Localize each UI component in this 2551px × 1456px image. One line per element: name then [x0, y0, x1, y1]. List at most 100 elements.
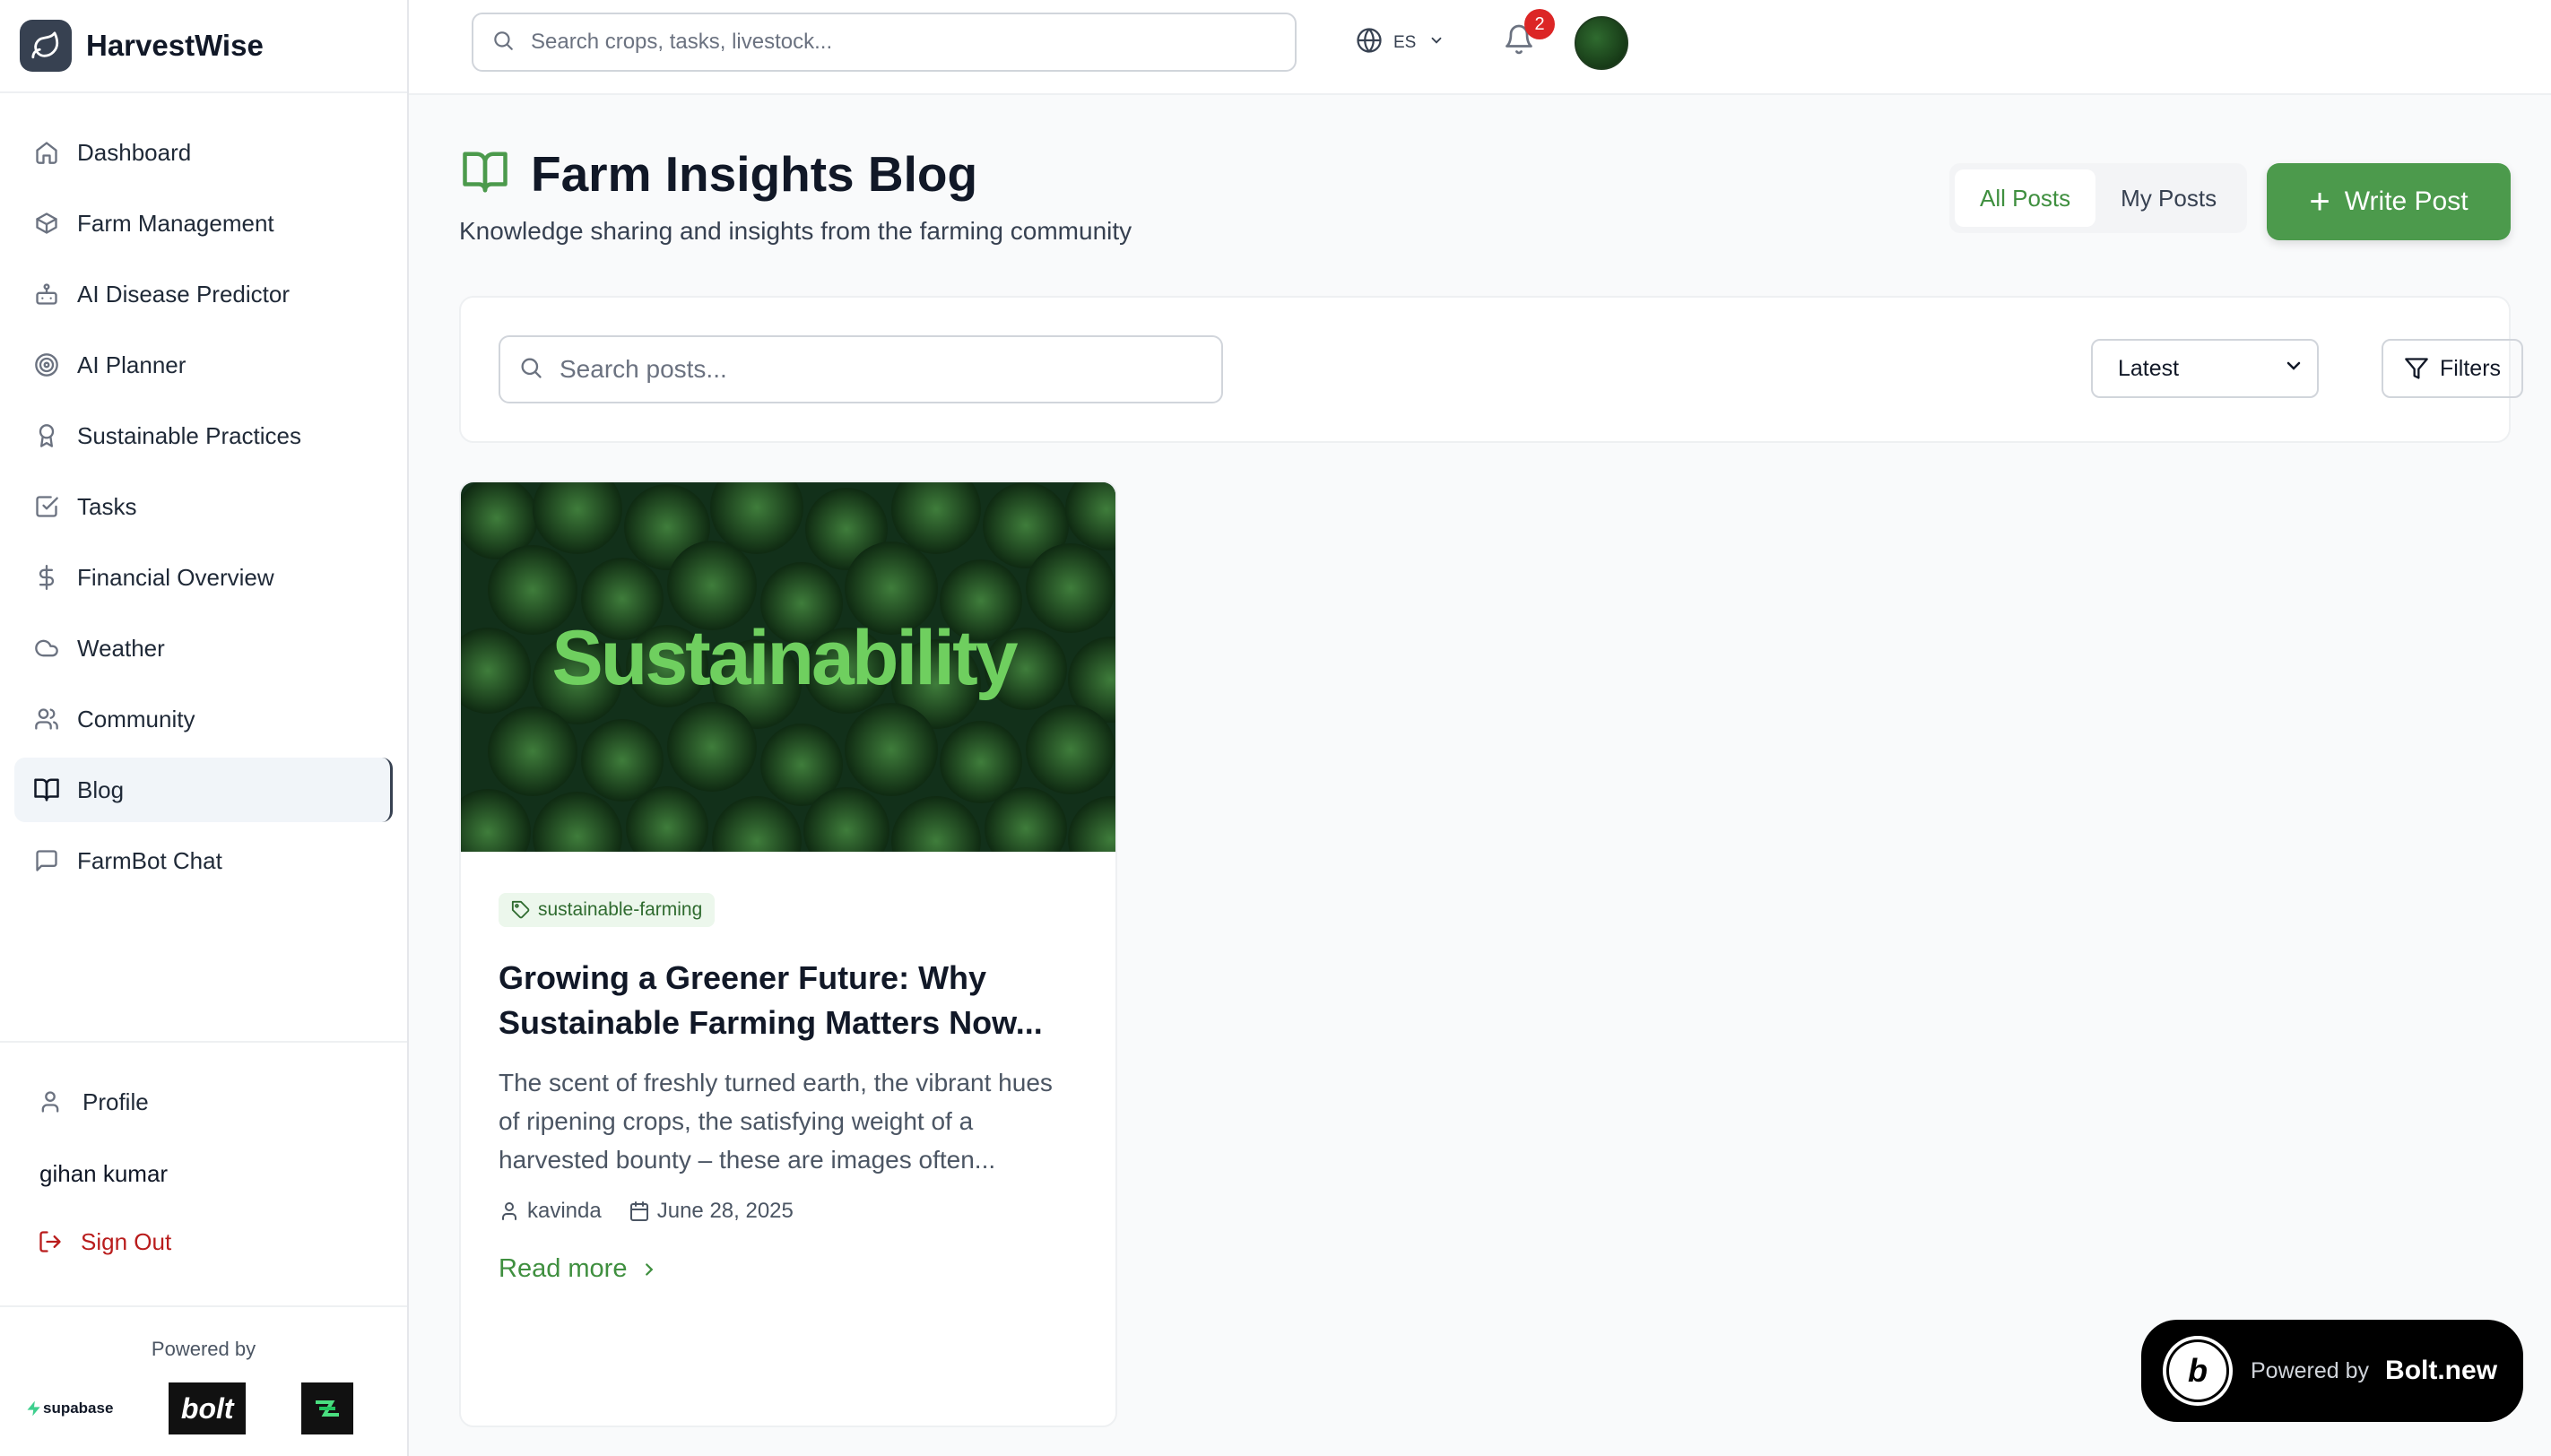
award-icon [32, 421, 61, 450]
sidebar-item-farmbot-chat[interactable]: FarmBot Chat [14, 828, 393, 893]
search-icon [518, 355, 543, 385]
sidebar-account: Profile gihan kumar Sign Out [0, 1041, 407, 1270]
global-search-input[interactable] [531, 30, 1266, 55]
post-excerpt: The scent of freshly turned earth, the v… [499, 1069, 1053, 1174]
sort-select[interactable]: Latest [2091, 339, 2319, 398]
write-post-label: Write Post [2344, 186, 2469, 216]
sidebar-item-financial-overview[interactable]: Financial Overview [14, 545, 393, 610]
brand[interactable]: HarvestWise [0, 0, 407, 93]
sidebar-item-blog[interactable]: Blog [14, 758, 393, 822]
post-tabs: All Posts My Posts [1949, 163, 2248, 233]
home-icon [32, 138, 61, 167]
bolt-logo-icon: b [2166, 1339, 2229, 1402]
sidebar-item-weather[interactable]: Weather [14, 616, 393, 680]
sidebar-item-farm-management[interactable]: Farm Management [14, 191, 393, 256]
language-selector[interactable]: ES [1356, 27, 1445, 59]
tab-all-posts[interactable]: All Posts [1955, 169, 2096, 227]
sidebar-item-sustainable-practices[interactable]: Sustainable Practices [14, 403, 393, 468]
cover-image-text: Sustainability [551, 615, 1018, 701]
page-title-row: Farm Insights Blog [459, 145, 1132, 203]
sidebar-item-ai-disease-predictor[interactable]: AI Disease Predictor [14, 262, 393, 326]
post-filter-bar: Latest Filters [459, 296, 2523, 443]
sign-out-button[interactable]: Sign Out [0, 1213, 407, 1270]
main-content: Farm Insights Blog Knowledge sharing and… [409, 95, 2551, 1456]
brand-name: HarvestWise [86, 29, 264, 62]
supabase-logo-text: supabase [43, 1400, 114, 1417]
search-icon [491, 29, 515, 56]
post-date: June 28, 2025 [656, 1199, 794, 1223]
bell-icon [1503, 24, 1535, 59]
check-square-icon [32, 492, 61, 521]
sidebar-item-dashboard[interactable]: Dashboard [14, 120, 393, 185]
post-body: sustainable-farming Growing a Greener Fu… [461, 852, 1115, 1284]
user-name: gihan kumar [39, 1159, 169, 1187]
sign-out-label: Sign Out [81, 1227, 172, 1255]
sort-selected-value: Latest [2118, 355, 2180, 381]
avatar[interactable] [1575, 16, 1628, 70]
sidebar-item-label: FarmBot Chat [77, 846, 222, 874]
sidebar-item-tasks[interactable]: Tasks [14, 474, 393, 539]
tag-icon [511, 900, 531, 920]
post-cover-image[interactable]: Sustainability [461, 482, 1115, 852]
read-more-link[interactable]: Read more [499, 1254, 659, 1284]
filters-button[interactable]: Filters [2382, 339, 2523, 398]
supabase-logo[interactable]: supabase [25, 1399, 113, 1418]
bolt-powered-label: Powered by [2251, 1357, 2370, 1383]
globe-icon [1356, 27, 1383, 59]
global-search[interactable] [472, 13, 1297, 72]
chevron-down-icon [2283, 355, 2304, 383]
sidebar-item-label: AI Planner [77, 351, 187, 378]
bolt-powered-badge[interactable]: b Powered by Bolt.new [2141, 1320, 2523, 1422]
sidebar-item-label: Blog [77, 776, 125, 803]
sidebar-item-label: Sustainable Practices [77, 421, 302, 449]
post-tag-label: sustainable-farming [538, 899, 703, 920]
calendar-icon [629, 1200, 650, 1222]
powered-by-label: Powered by [151, 1338, 256, 1360]
language-code: ES [1393, 33, 1417, 52]
page-title: Farm Insights Blog [531, 146, 978, 202]
chevron-right-icon [639, 1260, 659, 1279]
box-icon [32, 209, 61, 238]
post-tag[interactable]: sustainable-farming [499, 893, 716, 927]
sidebar-item-ai-planner[interactable]: AI Planner [14, 333, 393, 397]
page-header: Farm Insights Blog Knowledge sharing and… [459, 145, 1132, 246]
post-title[interactable]: Growing a Greener Future: Why Sustainabl… [499, 956, 1078, 1045]
target-icon [32, 351, 61, 379]
post-search-input[interactable] [560, 355, 1187, 384]
bot-icon [32, 280, 61, 308]
message-square-icon [32, 846, 61, 875]
powered-by-panel: Powered by supabase bolt [0, 1305, 407, 1456]
filter-icon [2404, 356, 2429, 381]
post-search[interactable] [499, 335, 1223, 403]
users-icon [32, 705, 61, 733]
sidebar-item-label: Dashboard [77, 138, 192, 166]
log-out-icon [38, 1229, 63, 1254]
bolt-logo[interactable]: bolt [169, 1382, 247, 1434]
profile-link[interactable]: Profile [14, 1070, 393, 1134]
post-card[interactable]: Sustainability sustainable-farming Growi… [459, 481, 1117, 1427]
write-post-button[interactable]: + Write Post [2267, 163, 2511, 240]
dollar-icon [32, 563, 61, 592]
cloud-icon [32, 634, 61, 663]
sidebar-item-community[interactable]: Community [14, 687, 393, 751]
sidebar-item-label: Financial Overview [77, 563, 274, 591]
filters-label: Filters [2439, 355, 2502, 381]
book-open-icon [32, 776, 61, 804]
sidebar-item-label: AI Disease Predictor [77, 280, 290, 308]
post-author: kavinda [527, 1199, 602, 1223]
post-meta: kavinda June 28, 2025 [499, 1199, 1078, 1224]
notification-badge: 2 [1524, 9, 1555, 39]
sidebar-item-label: Weather [77, 634, 165, 662]
sidebar: HarvestWise Dashboard Farm Management AI… [0, 0, 409, 1456]
bolt-name: Bolt.new [2385, 1356, 2498, 1385]
top-bar: ES 2 [409, 0, 2551, 95]
netlify-logo-icon[interactable] [301, 1382, 353, 1434]
leaf-logo-icon [20, 20, 72, 72]
tab-my-posts[interactable]: My Posts [2095, 169, 2242, 227]
user-icon [38, 1089, 63, 1114]
chevron-down-icon [1428, 32, 1445, 54]
sidebar-item-label: Community [77, 705, 195, 732]
user-icon [499, 1200, 520, 1222]
book-open-icon [459, 148, 511, 201]
sidebar-item-label: Tasks [77, 492, 137, 520]
